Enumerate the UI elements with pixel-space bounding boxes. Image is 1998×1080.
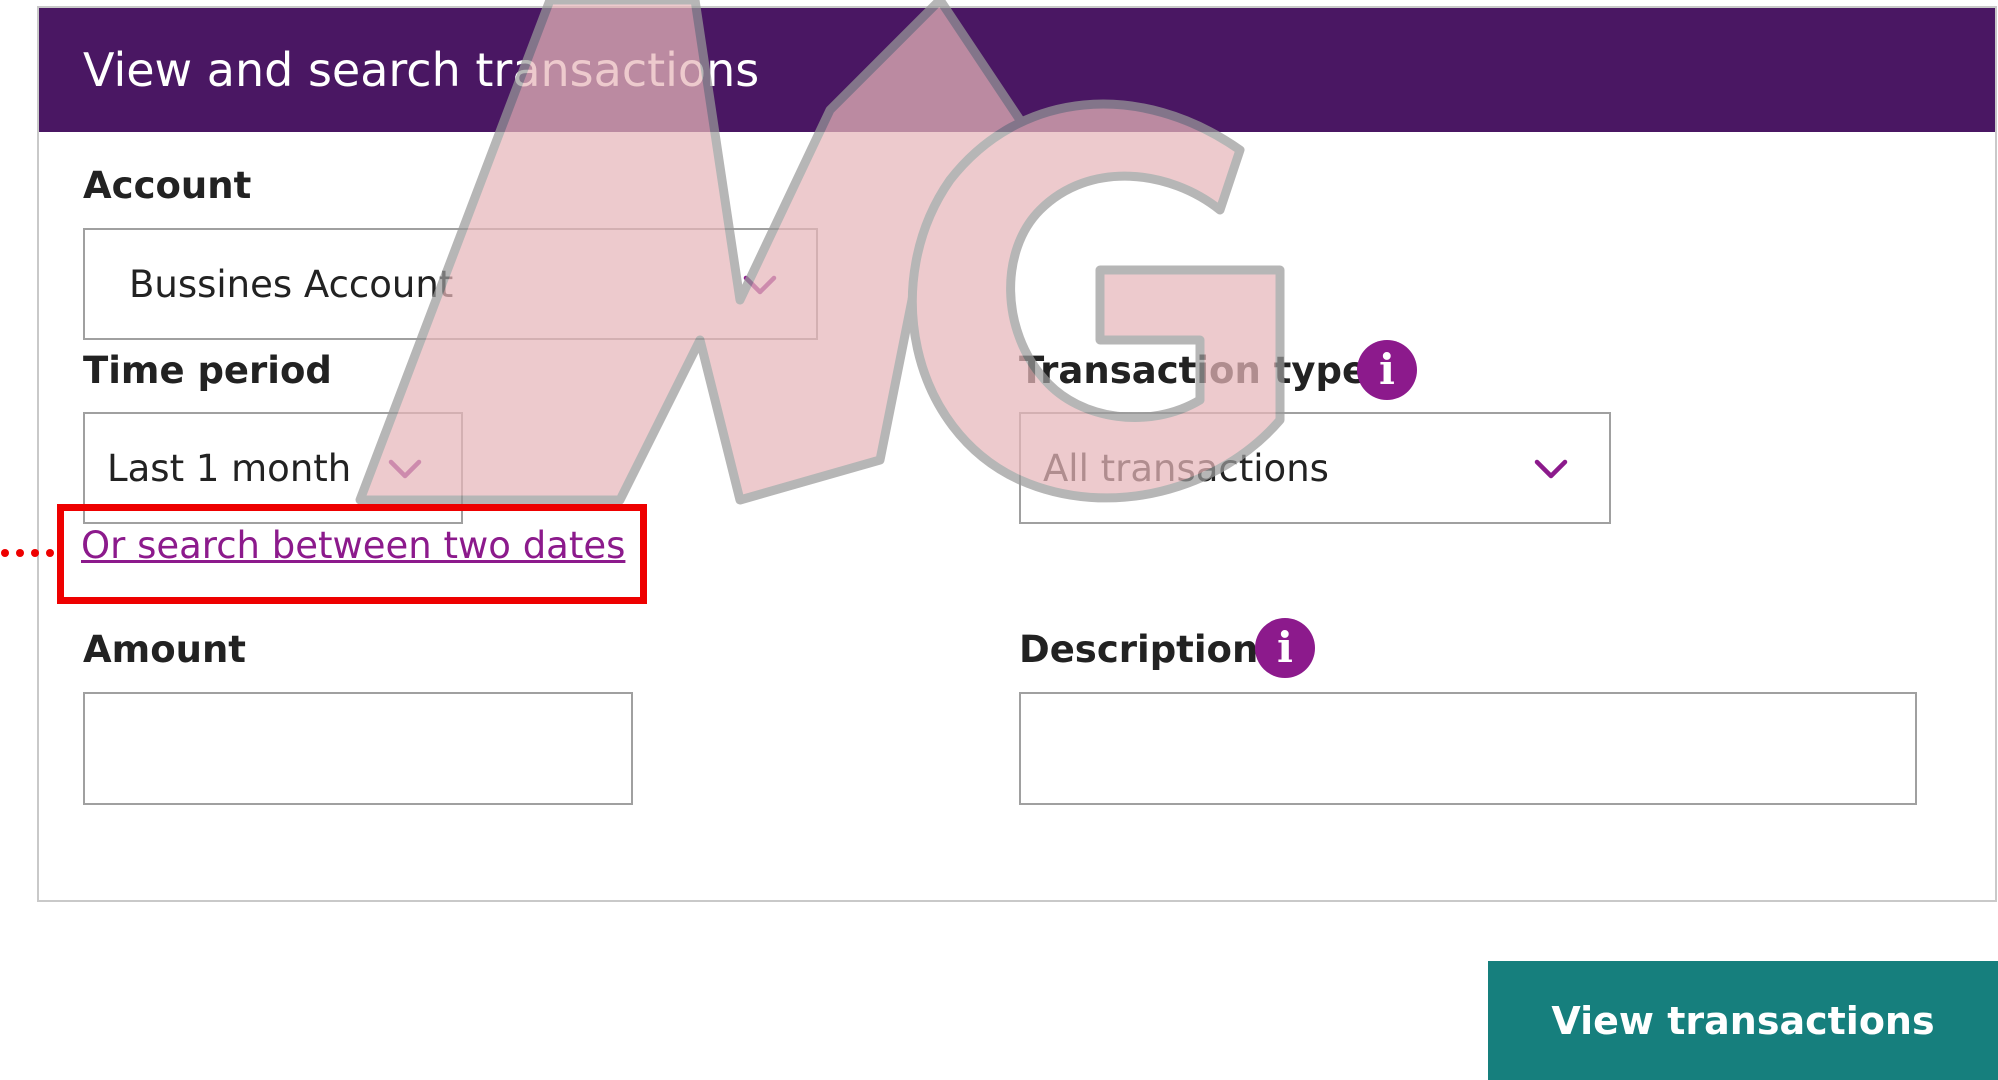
- view-transactions-button[interactable]: View transactions: [1488, 961, 1998, 1080]
- account-select[interactable]: Bussines Account: [83, 228, 818, 340]
- transaction-type-select-value: All transactions: [1043, 446, 1329, 490]
- info-icon[interactable]: i: [1357, 340, 1417, 400]
- search-transactions-panel: View and search transactions Account Bus…: [37, 6, 1997, 902]
- account-select-value: Bussines Account: [129, 262, 454, 306]
- transaction-type-label: Transaction type: [1019, 349, 1368, 392]
- description-label: Description: [1019, 628, 1259, 671]
- info-icon[interactable]: i: [1255, 618, 1315, 678]
- highlight-annotation-box: [57, 504, 647, 604]
- account-label: Account: [83, 164, 252, 207]
- amount-input[interactable]: [83, 692, 633, 805]
- amount-label: Amount: [83, 628, 246, 671]
- chevron-down-icon: [388, 459, 422, 479]
- dotted-pointer-line: [1, 549, 54, 557]
- chevron-down-icon: [743, 275, 777, 295]
- panel-title: View and search transactions: [39, 8, 1995, 132]
- chevron-down-icon: [1534, 459, 1568, 479]
- time-period-label: Time period: [83, 349, 332, 392]
- description-input[interactable]: [1019, 692, 1917, 805]
- transaction-type-select[interactable]: All transactions: [1019, 412, 1611, 524]
